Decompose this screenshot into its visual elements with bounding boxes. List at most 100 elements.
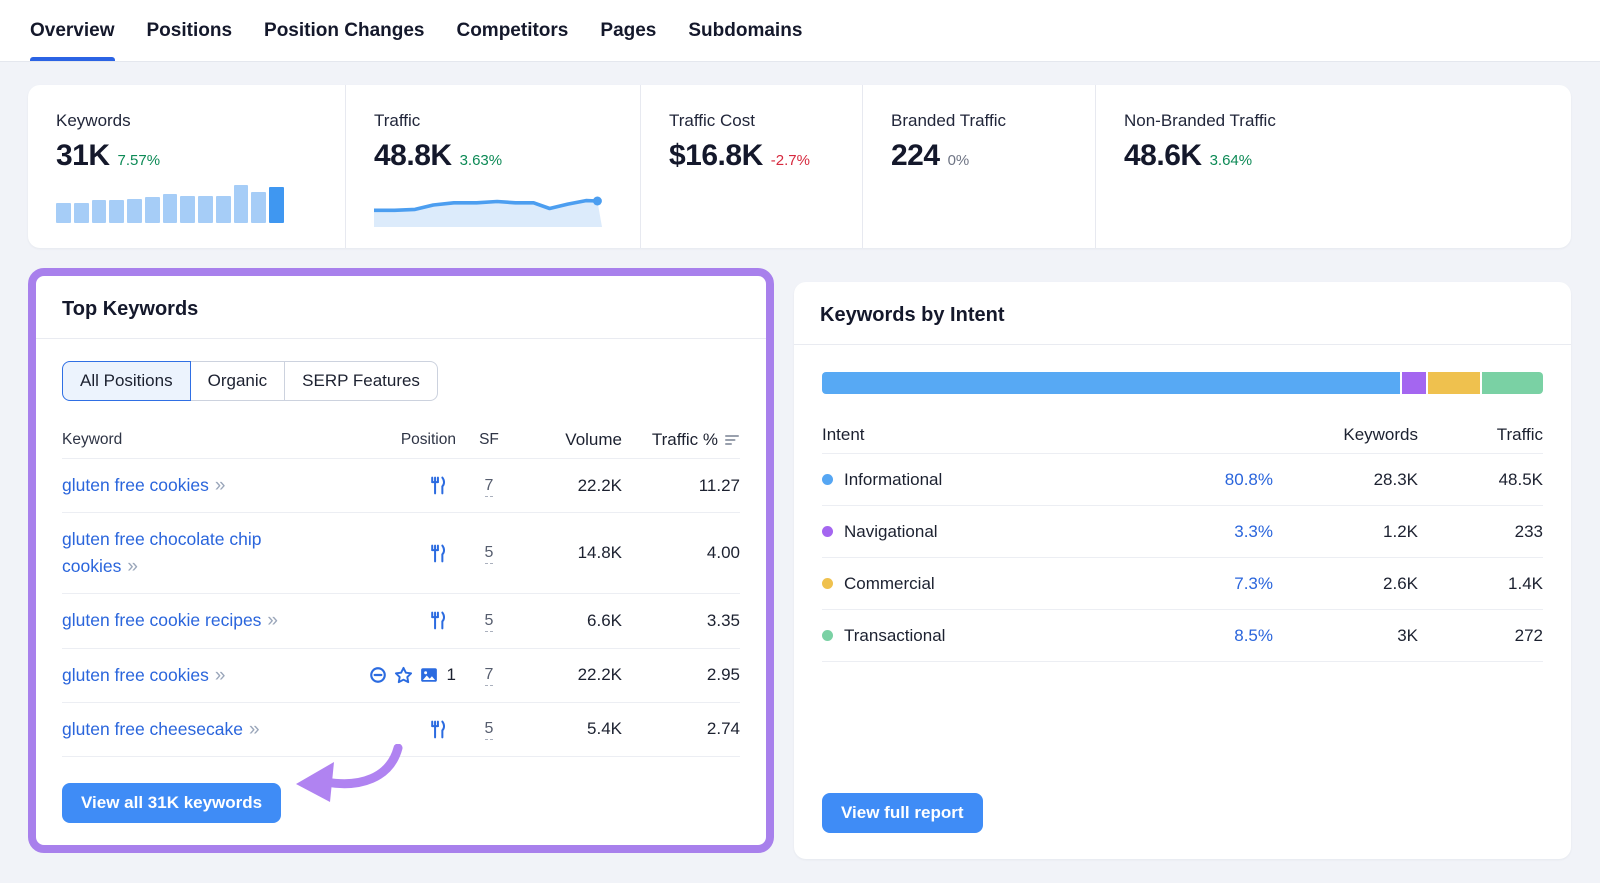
intent-label: Commercial: [844, 574, 935, 594]
view-all-keywords-button[interactable]: View all 31K keywords: [62, 783, 281, 823]
intent-pct-link[interactable]: 7.3%: [1234, 574, 1273, 593]
intent-pct-link[interactable]: 3.3%: [1234, 522, 1273, 541]
stat-non-branded-traffic-label: Non-Branded Traffic: [1124, 111, 1561, 131]
volume-value: 22.2K: [522, 665, 622, 685]
keyword-link[interactable]: gluten free cookies: [62, 475, 209, 495]
view-full-report-button[interactable]: View full report: [822, 793, 983, 833]
stat-keywords: Keywords 31K 7.57%: [28, 85, 345, 248]
keyword-link[interactable]: gluten free cookie recipes: [62, 610, 261, 630]
commercial-dot-icon: [822, 578, 833, 589]
sort-descending-icon[interactable]: [725, 434, 740, 446]
col-header-sf[interactable]: SF: [456, 431, 522, 449]
sf-count[interactable]: 5: [485, 720, 494, 740]
keywords-bar: [234, 185, 249, 223]
intent-segment-navigational: [1402, 372, 1426, 394]
col-header-traffic: Traffic: [1418, 425, 1543, 445]
divider: [794, 344, 1571, 345]
intent-pct-link[interactable]: 8.5%: [1234, 626, 1273, 645]
positions-filter-group: All Positions Organic SERP Features: [62, 361, 438, 401]
stat-traffic-cost-delta: -2.7%: [771, 152, 810, 169]
stat-traffic-cost-value: $16.8K: [669, 139, 763, 173]
keyword-link[interactable]: gluten free chocolate chip cookies: [62, 529, 261, 576]
col-header-traffic-pct[interactable]: Traffic %: [622, 430, 740, 450]
domain-overview-stats-card: Keywords 31K 7.57% Traffic 48.8K 3.63% T…: [28, 85, 1571, 248]
intent-pct-link[interactable]: 80.8%: [1225, 470, 1273, 489]
stat-traffic-delta: 3.63%: [460, 152, 503, 169]
open-keyword-icon[interactable]: »: [127, 556, 138, 577]
stat-keywords-value: 31K: [56, 139, 110, 173]
position-value: 1: [447, 665, 456, 685]
traffic-pct-value: 2.95: [622, 665, 740, 685]
stat-non-branded-traffic-value: 48.6K: [1124, 139, 1202, 173]
intent-segment-transactional: [1482, 372, 1543, 394]
stat-non-branded-traffic: Non-Branded Traffic 48.6K 3.64%: [1095, 85, 1571, 248]
navigational-dot-icon: [822, 526, 833, 537]
col-header-keyword[interactable]: Keyword: [62, 431, 306, 449]
keywords-bar: [127, 199, 142, 223]
keywords-bar: [92, 200, 107, 223]
traffic-pct-value: 4.00: [622, 543, 740, 563]
tab-subdomains[interactable]: Subdomains: [688, 0, 802, 61]
keyword-link[interactable]: gluten free cheesecake: [62, 719, 243, 739]
table-row: gluten free cookie recipes» 5 6.6K 3.35: [62, 594, 740, 648]
tab-pages[interactable]: Pages: [600, 0, 656, 61]
keywords-bar: [163, 194, 178, 223]
stat-keywords-delta: 7.57%: [118, 152, 161, 169]
sf-count[interactable]: 7: [485, 666, 494, 686]
keywords-bar: [198, 196, 213, 223]
volume-value: 14.8K: [522, 543, 622, 563]
stat-branded-traffic-label: Branded Traffic: [891, 111, 1085, 131]
stat-traffic-cost-label: Traffic Cost: [669, 111, 852, 131]
open-keyword-icon[interactable]: »: [215, 475, 226, 496]
tab-positions[interactable]: Positions: [147, 0, 233, 61]
sf-count[interactable]: 5: [485, 612, 494, 632]
traffic-sparkline-dot: [593, 197, 602, 206]
intent-keywords-value: 28.3K: [1273, 470, 1418, 490]
keywords-bar: [145, 197, 160, 223]
keywords-bar: [109, 200, 124, 223]
informational-dot-icon: [822, 474, 833, 485]
intent-distribution-bar: [822, 372, 1543, 394]
volume-value: 5.4K: [522, 719, 622, 739]
traffic-sparkline: [374, 183, 602, 223]
intent-segment-informational: [822, 372, 1400, 394]
traffic-pct-value: 2.74: [622, 719, 740, 739]
keywords-bar: [251, 192, 266, 223]
filter-organic[interactable]: Organic: [190, 361, 286, 401]
intent-segment-commercial: [1428, 372, 1480, 394]
stat-non-branded-traffic-delta: 3.64%: [1210, 152, 1253, 169]
filter-all-positions[interactable]: All Positions: [62, 361, 191, 401]
transactional-dot-icon: [822, 630, 833, 641]
serp-feature-icons: [369, 666, 438, 685]
sf-count[interactable]: 5: [485, 544, 494, 564]
open-keyword-icon[interactable]: »: [249, 719, 260, 740]
volume-value: 6.6K: [522, 611, 622, 631]
col-header-intent: Intent: [822, 425, 1163, 445]
table-row: gluten free chocolate chip cookies» 5 14…: [62, 513, 740, 594]
intent-traffic-value: 233: [1418, 522, 1543, 542]
filter-serp-features[interactable]: SERP Features: [284, 361, 438, 401]
open-keyword-icon[interactable]: »: [215, 665, 226, 686]
serp-feature-icons: [428, 476, 447, 495]
stat-branded-traffic: Branded Traffic 224 0%: [862, 85, 1095, 248]
col-header-keywords: Keywords: [1273, 425, 1418, 445]
table-row: gluten free cookies » 1 7 22.2K 2.95: [62, 649, 740, 703]
report-tabs-bar: Overview Positions Position Changes Comp…: [0, 0, 1600, 62]
open-keyword-icon[interactable]: »: [267, 610, 278, 631]
stat-traffic-value: 48.8K: [374, 139, 452, 173]
tab-position-changes[interactable]: Position Changes: [264, 0, 424, 61]
stat-traffic: Traffic 48.8K 3.63%: [345, 85, 640, 248]
sf-count[interactable]: 7: [485, 477, 494, 497]
keywords-by-intent-panel: Keywords by Intent Intent Keywords Traff…: [794, 282, 1571, 859]
tab-overview[interactable]: Overview: [30, 0, 115, 61]
stat-branded-traffic-delta: 0%: [948, 152, 970, 169]
keywords-by-intent-title: Keywords by Intent: [820, 304, 1004, 326]
tab-competitors[interactable]: Competitors: [456, 0, 568, 61]
intent-row-navigational: Navigational 3.3% 1.2K 233: [822, 506, 1543, 558]
serp-feature-icons: [428, 544, 447, 563]
intent-keywords-value: 1.2K: [1273, 522, 1418, 542]
divider: [36, 338, 766, 339]
col-header-position[interactable]: Position: [306, 431, 456, 449]
col-header-volume[interactable]: Volume: [522, 430, 622, 450]
keyword-link[interactable]: gluten free cookies: [62, 665, 209, 685]
